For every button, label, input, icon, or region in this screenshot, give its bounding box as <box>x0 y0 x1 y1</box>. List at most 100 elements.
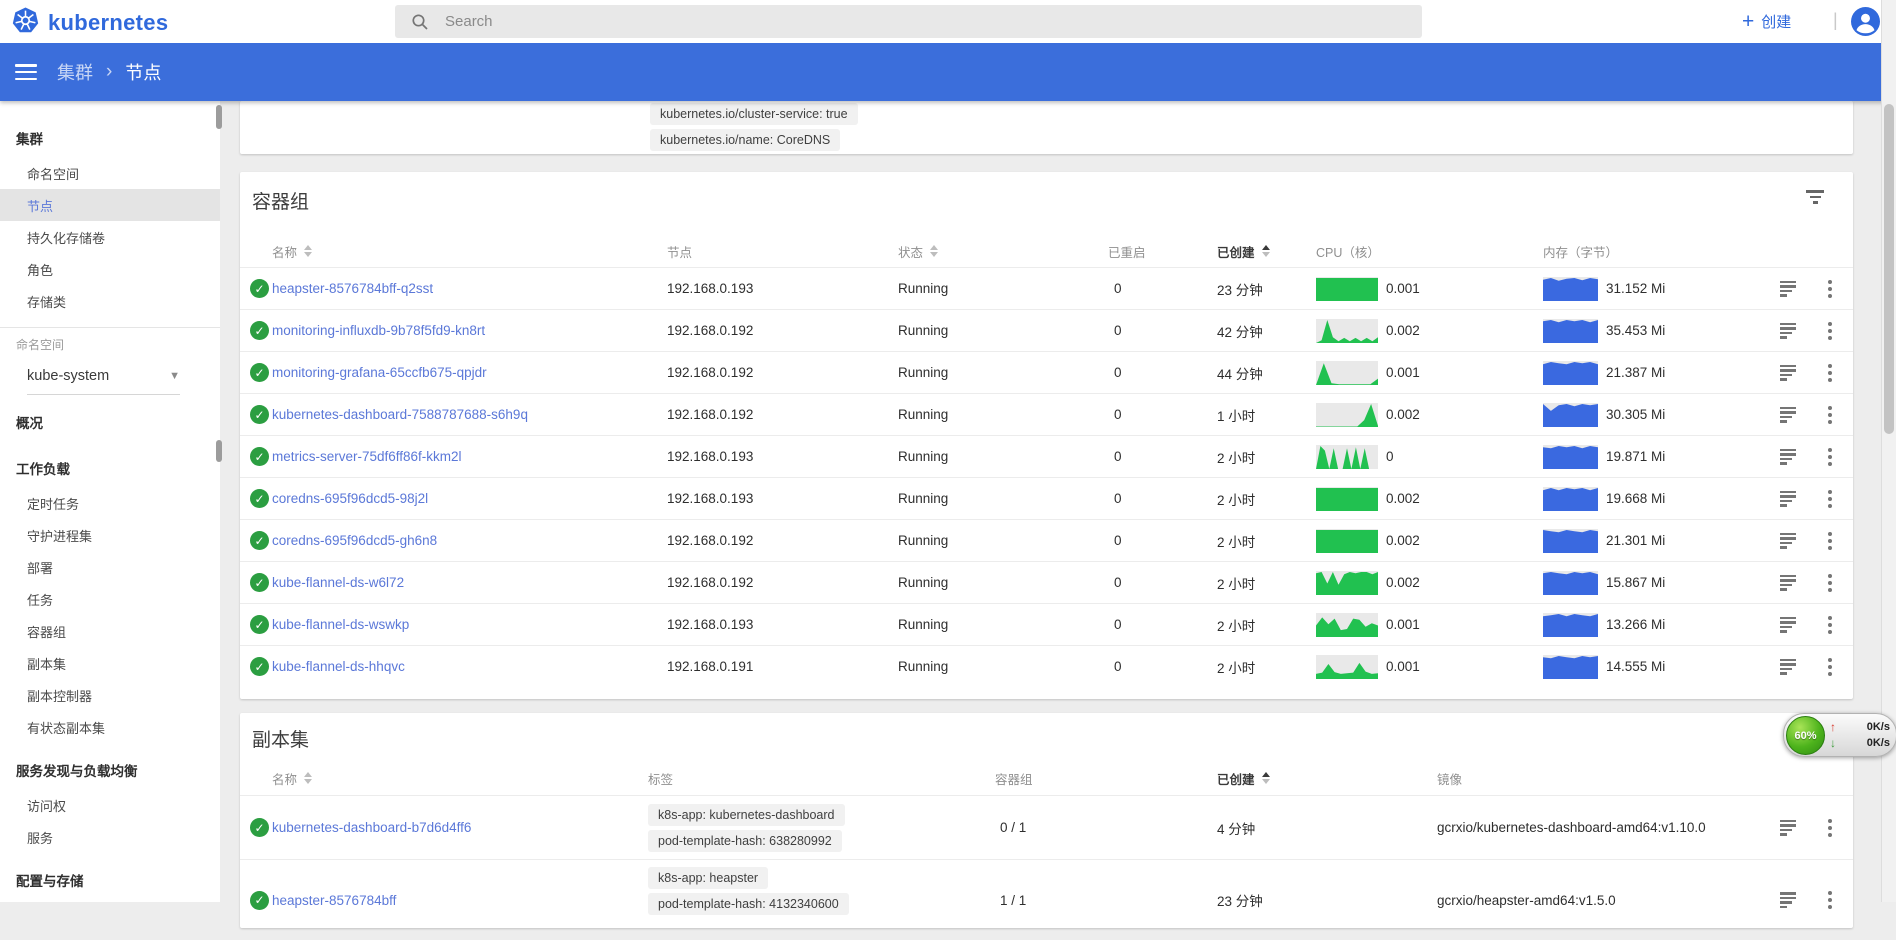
namespace-select[interactable]: kube-system▼ <box>27 358 180 395</box>
sidebar-item-有状态副本集[interactable]: 有状态副本集 <box>0 711 220 743</box>
row-menu-icon[interactable] <box>1824 486 1836 512</box>
column-header-restarts[interactable]: 已重启 <box>1108 235 1146 267</box>
logs-icon[interactable] <box>1780 365 1796 381</box>
replicaset-name-link[interactable]: heapster-8576784bff <box>272 893 396 908</box>
column-header-labels[interactable]: 标签 <box>648 762 673 794</box>
pod-name-link[interactable]: monitoring-grafana-65ccfb675-qpjdr <box>272 365 487 380</box>
sidebar-item-副本集[interactable]: 副本集 <box>0 647 220 679</box>
sidebar-item-角色[interactable]: 角色 <box>0 253 220 285</box>
user-avatar-icon[interactable] <box>1851 7 1880 36</box>
pod-name-link[interactable]: heapster-8576784bff-q2sst <box>272 281 433 296</box>
row-menu-icon[interactable] <box>1824 444 1836 470</box>
column-header-created[interactable]: 已创建 <box>1217 762 1270 794</box>
pod-name-link[interactable]: metrics-server-75df6ff86f-kkm2l <box>272 449 462 464</box>
label-chip: kubernetes.io/cluster-service: true <box>650 103 858 125</box>
breadcrumb-section[interactable]: 集群 <box>57 59 93 85</box>
status-ok-icon: ✓ <box>250 657 269 676</box>
pod-status-cell: ✓ <box>250 646 269 687</box>
sidebar-item-服务发现与负载均衡[interactable]: 服务发现与负载均衡 <box>0 751 220 789</box>
logs-cell <box>1780 268 1796 309</box>
sidebar-item-服务[interactable]: 服务 <box>0 821 220 853</box>
logs-icon[interactable] <box>1780 323 1796 339</box>
logs-icon[interactable] <box>1780 491 1796 507</box>
row-menu-icon[interactable] <box>1824 318 1836 344</box>
row-menu-icon[interactable] <box>1824 360 1836 386</box>
logs-icon[interactable] <box>1780 281 1796 297</box>
memory-sparkline <box>1543 478 1598 519</box>
status-ok-icon: ✓ <box>250 363 269 382</box>
sidebar-scrollbar-thumb[interactable] <box>216 440 222 462</box>
logs-icon[interactable] <box>1780 892 1796 908</box>
sidebar-item-容器组[interactable]: 容器组 <box>0 615 220 647</box>
pod-status-cell: ✓ <box>250 520 269 561</box>
menu-hamburger-icon[interactable] <box>15 64 37 80</box>
kubernetes-logo[interactable]: kubernetes <box>12 7 168 39</box>
column-header-status[interactable]: 状态 <box>898 235 938 267</box>
pod-restarts: 0 <box>1114 520 1122 561</box>
sidebar-item-持久化存储卷[interactable]: 持久化存储卷 <box>0 221 220 253</box>
memory-sparkline <box>1543 310 1598 351</box>
row-menu-icon[interactable] <box>1824 612 1836 638</box>
create-button[interactable]: + 创建 <box>1742 0 1791 43</box>
row-menu-icon[interactable] <box>1824 570 1836 596</box>
column-header-name[interactable]: 名称 <box>272 235 312 267</box>
cpu-usage-badge: 60% <box>1786 716 1825 755</box>
pod-name-link[interactable]: monitoring-influxdb-9b78f5fd9-kn8rt <box>272 323 485 338</box>
search-bar[interactable] <box>395 5 1422 38</box>
page-scrollbar[interactable] <box>1881 0 1896 902</box>
logs-icon[interactable] <box>1780 575 1796 591</box>
sidebar-item-节点[interactable]: 节点 <box>0 189 220 221</box>
pod-name-link[interactable]: kube-flannel-ds-w6l72 <box>272 575 404 590</box>
search-input[interactable] <box>443 12 1347 31</box>
logs-icon[interactable] <box>1780 820 1796 836</box>
column-header-images[interactable]: 镜像 <box>1437 762 1462 794</box>
logs-icon[interactable] <box>1780 533 1796 549</box>
logs-cell <box>1780 478 1796 519</box>
sidebar-item-集群[interactable]: 集群 <box>0 119 220 157</box>
sidebar-item-存储类[interactable]: 存储类 <box>0 285 220 317</box>
logs-icon[interactable] <box>1780 659 1796 675</box>
logs-icon[interactable] <box>1780 617 1796 633</box>
pod-name-link[interactable]: coredns-695f96dcd5-gh6n8 <box>272 533 437 548</box>
row-menu-icon[interactable] <box>1824 654 1836 680</box>
column-header-name[interactable]: 名称 <box>272 762 312 794</box>
sidebar-item-工作负载[interactable]: 工作负载 <box>0 449 220 487</box>
sidebar-item-命名空间[interactable]: 命名空间 <box>0 157 220 189</box>
logs-icon[interactable] <box>1780 407 1796 423</box>
pod-name-link[interactable]: kube-flannel-ds-hhqvc <box>272 659 405 674</box>
sidebar-item-配置与存储[interactable]: 配置与存储 <box>0 861 220 899</box>
pod-name-link[interactable]: coredns-695f96dcd5-98j2l <box>272 491 428 506</box>
replicaset-name-link[interactable]: kubernetes-dashboard-b7d6d4ff6 <box>272 820 471 835</box>
cpu-value: 0.002 <box>1386 394 1420 435</box>
pod-status-cell: ✓ <box>250 268 269 309</box>
network-speed-widget[interactable]: 60% ↑ 0K/s ↓ 0K/s <box>1783 713 1896 757</box>
row-menu-icon[interactable] <box>1824 887 1836 913</box>
pod-name-cell: kubernetes-dashboard-7588787688-s6h9q <box>272 394 528 435</box>
row-menu-icon[interactable] <box>1824 402 1836 428</box>
sidebar-item-部署[interactable]: 部署 <box>0 551 220 583</box>
pod-node: 192.168.0.192 <box>667 352 753 393</box>
sidebar-item-访问权[interactable]: 访问权 <box>0 789 220 821</box>
filter-icon[interactable] <box>1806 190 1824 204</box>
sidebar-item-定时任务[interactable]: 定时任务 <box>0 487 220 519</box>
row-menu-icon[interactable] <box>1824 815 1836 841</box>
pod-name-link[interactable]: kube-flannel-ds-wswkp <box>272 617 409 632</box>
sidebar-scrollbar-thumb[interactable] <box>216 105 222 129</box>
column-header-pods[interactable]: 容器组 <box>995 762 1033 794</box>
page-scrollbar-thumb[interactable] <box>1884 104 1894 434</box>
pod-name-link[interactable]: kubernetes-dashboard-7588787688-s6h9q <box>272 407 528 422</box>
sidebar-item-概况[interactable]: 概况 <box>0 403 220 441</box>
column-header-cpu[interactable]: CPU（核） <box>1316 235 1380 267</box>
column-header-node[interactable]: 节点 <box>667 235 692 267</box>
column-header-created[interactable]: 已创建 <box>1217 235 1270 267</box>
rs-pods: 1 / 1 <box>1000 860 1026 940</box>
row-menu-icon[interactable] <box>1824 276 1836 302</box>
pod-age: 42 分钟 <box>1217 310 1263 351</box>
sidebar-item-任务[interactable]: 任务 <box>0 583 220 615</box>
row-menu-icon[interactable] <box>1824 528 1836 554</box>
logs-icon[interactable] <box>1780 449 1796 465</box>
sidebar-item-副本控制器[interactable]: 副本控制器 <box>0 679 220 711</box>
cpu-value: 0.001 <box>1386 268 1420 309</box>
column-header-memory[interactable]: 内存（字节） <box>1543 235 1618 267</box>
sidebar-item-守护进程集[interactable]: 守护进程集 <box>0 519 220 551</box>
